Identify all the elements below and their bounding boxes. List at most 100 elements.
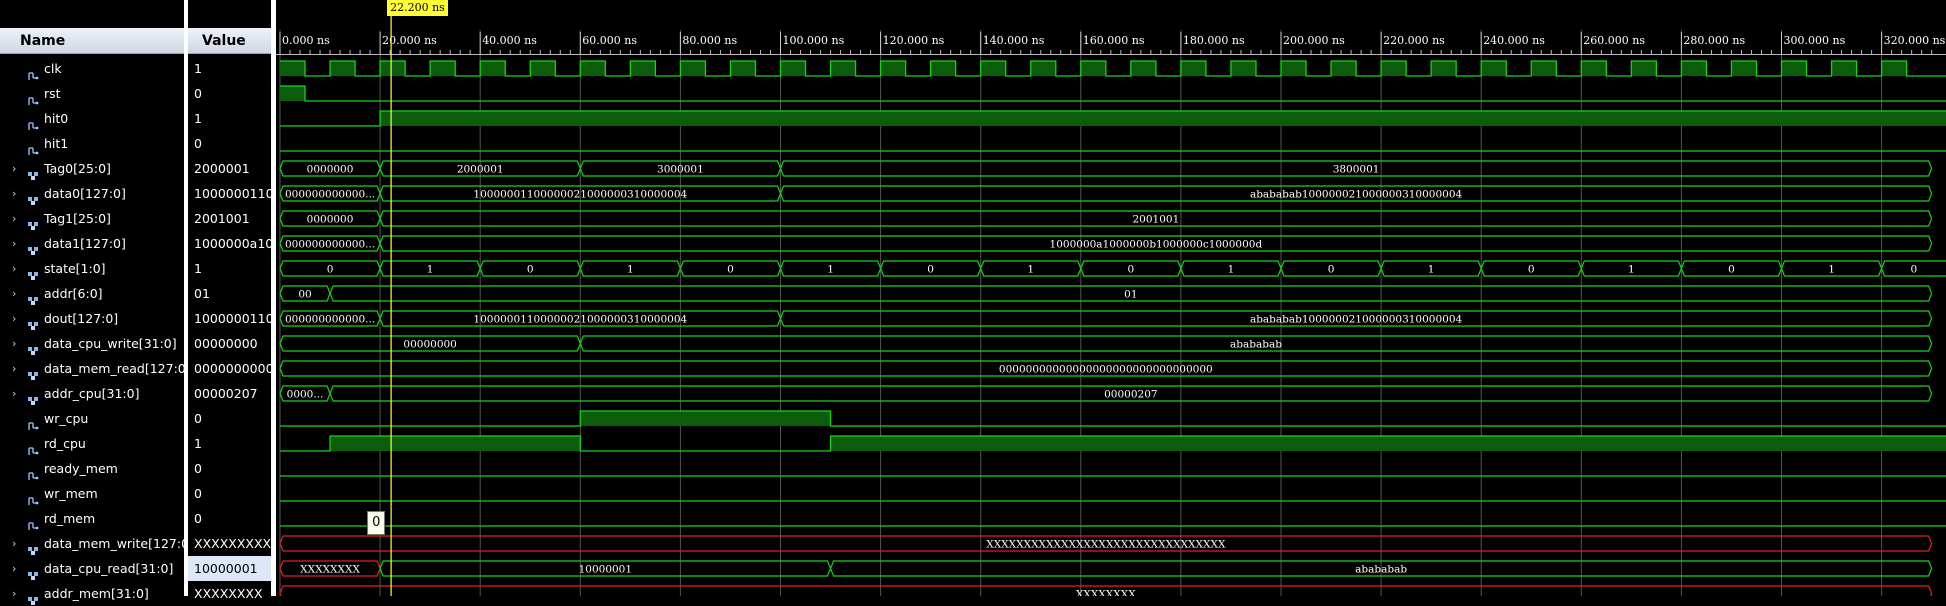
bit-signal-icon	[28, 114, 39, 130]
tick-label: 300.000 ns	[1784, 34, 1846, 47]
signal-value[interactable]: 0	[188, 506, 271, 531]
bit-signal-icon	[28, 489, 39, 505]
signal-row[interactable]: › data1[127:0]	[0, 231, 184, 256]
wave-high-fill	[730, 61, 756, 76]
signal-value[interactable]: 1	[188, 256, 271, 281]
signal-row[interactable]: › addr_cpu[31:0]	[0, 381, 184, 406]
signal-value[interactable]: 1	[188, 431, 271, 456]
chevron-right-icon[interactable]: ›	[12, 156, 16, 181]
chevron-right-icon[interactable]: ›	[12, 331, 16, 356]
bus-value-label: 00000000	[403, 339, 456, 351]
signal-row[interactable]: › data_cpu_write[31:0]	[0, 331, 184, 356]
bit-signal-icon	[28, 464, 39, 480]
signal-row[interactable]: rd_mem	[0, 506, 184, 531]
signal-value[interactable]: 10000001100	[188, 306, 271, 331]
wave-high-fill	[1130, 61, 1156, 76]
bus-signal-icon	[28, 339, 39, 355]
wave-high-fill	[1881, 61, 1907, 76]
chevron-right-icon[interactable]: ›	[12, 231, 16, 256]
signal-name: Tag1[25:0]	[44, 211, 111, 226]
chevron-right-icon[interactable]: ›	[12, 356, 16, 381]
signal-row[interactable]: rd_cpu	[0, 431, 184, 456]
bus-value-label: 01	[1124, 289, 1137, 301]
chevron-right-icon[interactable]: ›	[12, 381, 16, 406]
signal-value[interactable]: 2001001	[188, 206, 271, 231]
signal-value[interactable]: 0	[188, 481, 271, 506]
signal-value[interactable]: 0	[188, 406, 271, 431]
wave-high-fill	[380, 61, 406, 76]
tick-label: 320.000 ns	[1884, 34, 1946, 47]
wave-high-fill	[830, 61, 856, 76]
signal-row[interactable]: › dout[127:0]	[0, 306, 184, 331]
signal-value[interactable]: 0	[188, 81, 271, 106]
signal-value[interactable]: 10000001100	[188, 181, 271, 206]
signal-value[interactable]: XXXXXXXXXXX	[188, 531, 271, 556]
chevron-right-icon[interactable]: ›	[12, 531, 16, 556]
wave-high-fill	[1731, 61, 1757, 76]
signal-row[interactable]: › Tag1[25:0]	[0, 206, 184, 231]
waveform-canvas[interactable]: 0.000 ns 20.000 ns 40.000 ns 60.000 ns 80.00…	[276, 0, 1946, 596]
signal-row[interactable]: › addr_mem[31:0]	[0, 581, 184, 606]
bus-value-label: 1	[627, 264, 634, 276]
bit-waveform	[280, 85, 1946, 102]
wave-high-fill	[1230, 61, 1256, 76]
signal-value[interactable]: 00000000000	[188, 356, 271, 381]
bus-value-label: 0	[327, 264, 334, 276]
signal-value[interactable]: 1	[188, 106, 271, 131]
signal-row[interactable]: hit1	[0, 131, 184, 156]
signal-row[interactable]: hit0	[0, 106, 184, 131]
chevron-right-icon[interactable]: ›	[12, 206, 16, 231]
signal-row[interactable]: › data_cpu_read[31:0]	[0, 556, 184, 581]
signal-row[interactable]: › Tag0[25:0]	[0, 156, 184, 181]
bus-value-label: 0	[727, 264, 734, 276]
signal-value[interactable]: XXXXXXXX	[188, 581, 271, 606]
name-column-header[interactable]: Name	[0, 28, 184, 54]
waveform-panel[interactable]: 0.000 ns 20.000 ns 40.000 ns 60.000 ns 80.00…	[276, 0, 1946, 596]
signal-row[interactable]: › state[1:0]	[0, 256, 184, 281]
signal-value[interactable]: 0	[188, 456, 271, 481]
chevron-right-icon[interactable]: ›	[12, 556, 16, 581]
wave-high-fill	[1631, 61, 1657, 76]
signal-name: addr_mem[31:0]	[44, 586, 149, 601]
signal-row[interactable]: › data0[127:0]	[0, 181, 184, 206]
bus-value-label: XXXXXXXX	[1076, 589, 1136, 597]
signal-name: ready_mem	[44, 461, 118, 476]
bus-value-label: 00	[298, 289, 311, 301]
signal-row[interactable]: wr_cpu	[0, 406, 184, 431]
signal-row[interactable]: › addr[6:0]	[0, 281, 184, 306]
signal-value[interactable]: 0	[188, 131, 271, 156]
value-panel: Value 1010200000110000001100200100110000…	[188, 0, 271, 601]
signal-value[interactable]: 2000001	[188, 156, 271, 181]
chevron-right-icon[interactable]: ›	[12, 581, 16, 606]
signal-value[interactable]: 00000207	[188, 381, 271, 406]
chevron-right-icon[interactable]: ›	[12, 181, 16, 206]
signal-row[interactable]: › data_mem_write[127:0]	[0, 531, 184, 556]
chevron-right-icon[interactable]: ›	[12, 281, 16, 306]
cursor-time-label[interactable]: 22.200 ns	[387, 0, 448, 16]
signal-value[interactable]: 01	[188, 281, 271, 306]
wave-high-fill	[1281, 61, 1307, 76]
signal-row[interactable]: clk	[0, 56, 184, 81]
signal-name: rd_mem	[44, 511, 96, 526]
signal-value[interactable]: 1000000a100	[188, 231, 271, 256]
chevron-right-icon[interactable]: ›	[12, 256, 16, 281]
chevron-right-icon[interactable]: ›	[12, 306, 16, 331]
signal-value[interactable]: 1	[188, 56, 271, 81]
signal-name: state[1:0]	[44, 261, 106, 276]
signal-row[interactable]: wr_mem	[0, 481, 184, 506]
value-column-header[interactable]: Value	[188, 28, 271, 54]
bus-signal-icon	[28, 264, 39, 280]
signal-value[interactable]: 10000001	[188, 556, 271, 581]
bus-value-label: 0000000	[307, 164, 354, 176]
signal-row[interactable]: ready_mem	[0, 456, 184, 481]
signal-name: data1[127:0]	[44, 236, 126, 251]
signal-value[interactable]: 00000000	[188, 331, 271, 356]
wave-high-fill	[530, 61, 556, 76]
signal-name: Tag0[25:0]	[44, 161, 111, 176]
bus-signal-icon	[28, 314, 39, 330]
signal-row[interactable]: › data_mem_read[127:0]	[0, 356, 184, 381]
bus-value-label: 0	[927, 264, 934, 276]
bus-value-label: abababab	[1230, 339, 1282, 351]
signal-row[interactable]: rst	[0, 81, 184, 106]
signal-name: wr_cpu	[44, 411, 89, 426]
